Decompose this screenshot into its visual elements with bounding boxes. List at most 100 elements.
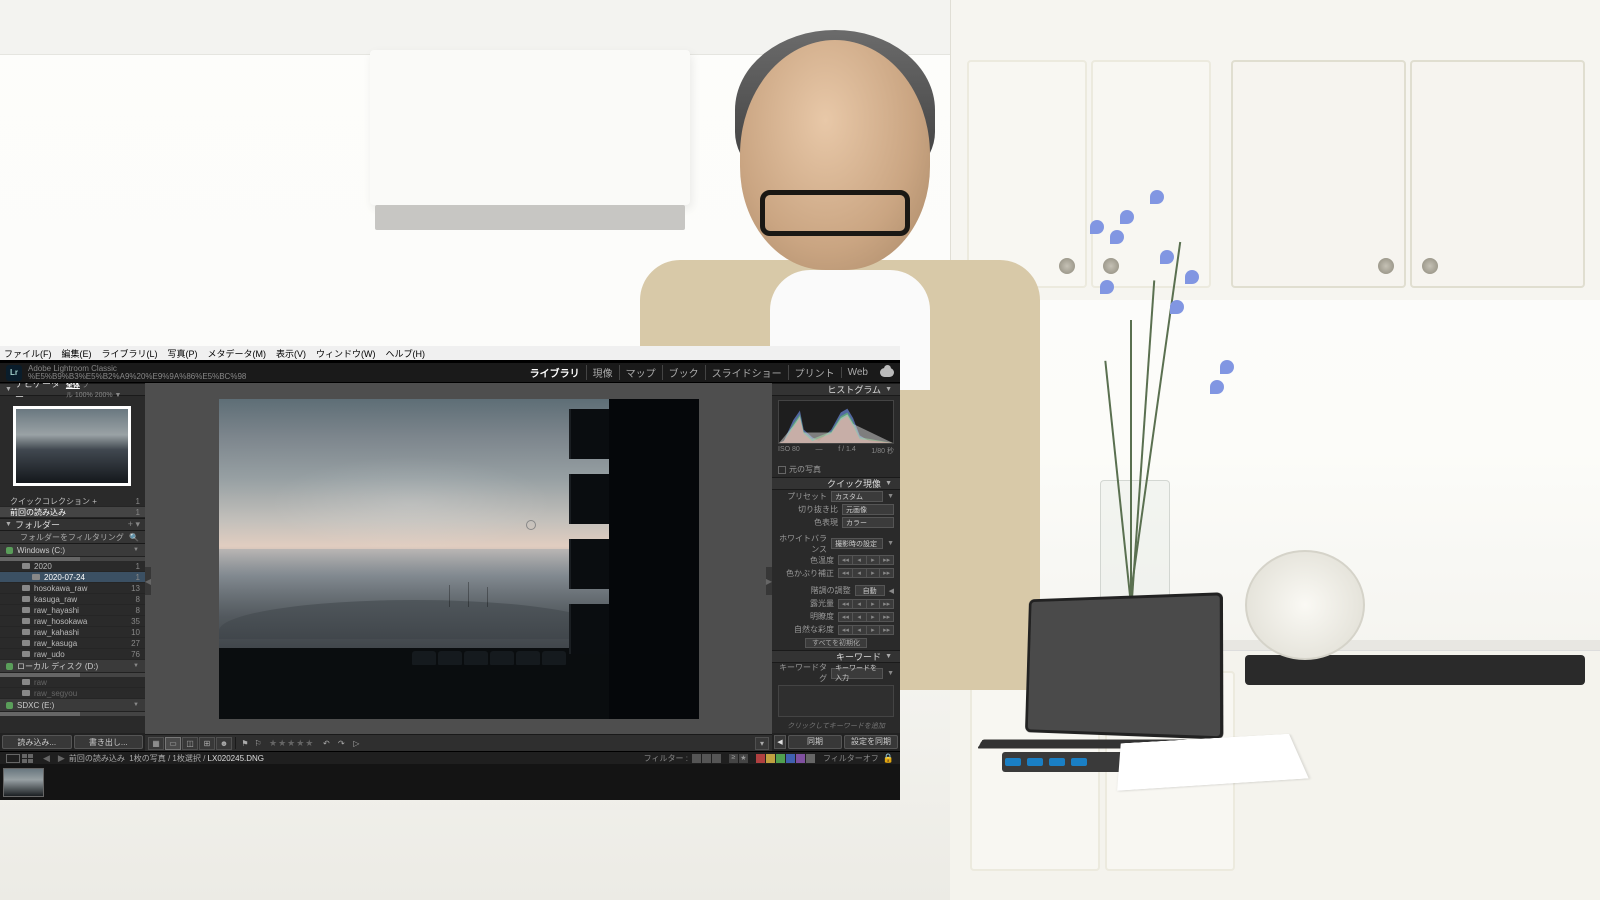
menu-library[interactable]: ライブラリ(L): [102, 347, 158, 360]
filter-folders-input[interactable]: フォルダーをフィルタリング 🔍: [0, 531, 145, 544]
flag-reject-icon[interactable]: ⚐: [252, 737, 264, 750]
toolbar-menu-icon[interactable]: ▾: [755, 737, 769, 750]
menu-file[interactable]: ファイル(F): [4, 347, 52, 360]
filter-lock-icon[interactable]: 🔒: [883, 753, 894, 764]
bottom-toolbar: ▦ ▭ ◫ ⊞ ☻ ⚑ ⚐ ★★★★★ ↶ ↷ ▷ ▾: [145, 734, 772, 751]
module-web[interactable]: Web: [841, 367, 874, 378]
primary-display-icon[interactable]: [6, 754, 20, 763]
folder-icon: [22, 679, 30, 685]
left-panel-toggle[interactable]: ◀: [145, 567, 151, 595]
vibrance-adjuster[interactable]: ◂◂◂▸▸▸: [838, 625, 894, 635]
module-print[interactable]: プリント: [788, 365, 841, 380]
chevron-left-icon[interactable]: ◀: [889, 587, 894, 595]
navigator-header[interactable]: ▼ ナビゲーター 全体 フル 100% 200% ▼: [0, 383, 145, 396]
compare-view-button[interactable]: ◫: [182, 737, 198, 750]
tint-adjuster[interactable]: ◂◂◂▸▸▸: [838, 568, 894, 578]
keywords-header[interactable]: キーワード ▼: [772, 650, 900, 663]
keyword-tags-select[interactable]: キーワードを入力: [831, 668, 883, 679]
import-button[interactable]: 読み込み...: [2, 735, 72, 749]
left-panel-buttons: 読み込み... 書き出し...: [0, 733, 145, 751]
export-button[interactable]: 書き出し...: [74, 735, 144, 749]
exposure-adjuster[interactable]: ◂◂◂▸▸▸: [838, 599, 894, 609]
vibrance-label: 自然な彩度: [778, 624, 838, 635]
menu-help[interactable]: ヘルプ(H): [386, 347, 426, 360]
folder-row[interactable]: 2020-07-241: [0, 572, 145, 583]
nav-back-icon[interactable]: ◀: [43, 753, 50, 764]
volume-row[interactable]: SDXC (E:)▼: [0, 699, 145, 712]
rotate-left-icon[interactable]: ↶: [319, 737, 333, 750]
auto-tone-button[interactable]: 自動: [855, 585, 885, 596]
nav-forward-icon[interactable]: ▶: [58, 753, 65, 764]
filmstrip[interactable]: [0, 764, 900, 800]
menu-metadata[interactable]: メタデータ(M): [208, 347, 267, 360]
folder-row[interactable]: raw_kahashi10: [0, 627, 145, 638]
histogram-header[interactable]: ヒストグラム ▼: [772, 383, 900, 396]
menu-edit[interactable]: 編集(E): [62, 347, 92, 360]
preset-select[interactable]: カスタム: [831, 491, 883, 502]
folder-row[interactable]: raw_segyou: [0, 688, 145, 699]
catalog-previous-import[interactable]: 前回の読み込み 1: [0, 507, 145, 518]
cloud-sync-icon[interactable]: [880, 368, 894, 377]
sync-settings-button[interactable]: 設定を同期: [844, 735, 898, 749]
quick-develop-header[interactable]: クイック現像 ▼: [772, 477, 900, 490]
catalog-quick-collection[interactable]: クイックコレクション + 1: [0, 496, 145, 507]
folder-row[interactable]: kasuga_raw8: [0, 594, 145, 605]
checkbox-icon: [778, 466, 786, 474]
crop-ratio-select[interactable]: 元画像: [842, 504, 894, 515]
module-develop[interactable]: 現像: [586, 365, 619, 380]
filmstrip-thumbnail[interactable]: [3, 768, 44, 797]
folder-row[interactable]: 20201: [0, 561, 145, 572]
source-path[interactable]: 前回の読み込み 1枚の写真 / 1枚選択 /: [69, 753, 208, 764]
module-slideshow[interactable]: スライドショー: [705, 365, 788, 380]
navigator-preview[interactable]: [0, 396, 145, 496]
module-library[interactable]: ライブラリ: [524, 365, 586, 380]
sync-prev-button[interactable]: ◀: [774, 735, 786, 749]
filter-stars[interactable]: ≥★: [729, 754, 748, 763]
module-map[interactable]: マップ: [619, 365, 662, 380]
clarity-adjuster[interactable]: ◂◂◂▸▸▸: [838, 612, 894, 622]
keyword-textarea[interactable]: [778, 685, 894, 717]
menu-window[interactable]: ウィンドウ(W): [316, 347, 376, 360]
temperature-adjuster[interactable]: ◂◂◂▸▸▸: [838, 555, 894, 565]
chevron-down-icon[interactable]: ▼: [887, 670, 894, 677]
folder-row[interactable]: raw_kasuga27: [0, 638, 145, 649]
volume-row[interactable]: Windows (C:)▼: [0, 544, 145, 557]
treatment-select[interactable]: カラー: [842, 517, 894, 528]
folder-row[interactable]: raw: [0, 677, 145, 688]
slideshow-play-icon[interactable]: ▷: [349, 737, 363, 750]
rotate-right-icon[interactable]: ↷: [334, 737, 348, 750]
survey-view-button[interactable]: ⊞: [199, 737, 215, 750]
reset-all-button[interactable]: すべてを初期化: [805, 638, 867, 648]
filter-colors[interactable]: [756, 754, 815, 763]
folders-header[interactable]: ▼ フォルダー + ▾: [0, 518, 145, 531]
secondary-display-icon[interactable]: [22, 754, 33, 763]
temperature-label: 色温度: [778, 555, 838, 566]
filter-off-label[interactable]: フィルターオフ: [823, 753, 879, 764]
menu-photo[interactable]: 写真(P): [168, 347, 198, 360]
preset-label: プリセット: [778, 491, 831, 502]
flag-pick-icon[interactable]: ⚑: [239, 737, 251, 750]
folder-row[interactable]: raw_hayashi8: [0, 605, 145, 616]
add-folder-icon[interactable]: + ▾: [128, 519, 140, 530]
chevron-down-icon: ▼: [5, 386, 12, 393]
module-book[interactable]: ブック: [662, 365, 705, 380]
grid-view-button[interactable]: ▦: [148, 737, 164, 750]
menu-view[interactable]: 表示(V): [276, 347, 306, 360]
histogram-display[interactable]: [778, 400, 894, 444]
chevron-down-icon[interactable]: ▼: [887, 540, 894, 547]
people-view-button[interactable]: ☻: [216, 737, 232, 750]
rating-stars[interactable]: ★★★★★: [269, 738, 314, 749]
right-panel-toggle[interactable]: ▶: [766, 567, 772, 595]
loupe-view-button[interactable]: ▭: [165, 737, 181, 750]
folder-row[interactable]: raw_hosokawa35: [0, 616, 145, 627]
sync-button[interactable]: 同期: [788, 735, 842, 749]
filter-flags[interactable]: [692, 754, 721, 763]
folder-row[interactable]: raw_udo76: [0, 649, 145, 660]
chevron-down-icon[interactable]: ▼: [887, 493, 894, 500]
white-balance-select[interactable]: 撮影時の設定: [831, 538, 883, 549]
app-menubar[interactable]: ファイル(F) 編集(E) ライブラリ(L) 写真(P) メタデータ(M) 表示…: [0, 346, 900, 360]
original-photo-checkbox[interactable]: 元の写真: [772, 462, 900, 477]
folder-row[interactable]: hosokawa_raw13: [0, 583, 145, 594]
loupe-view[interactable]: [145, 383, 772, 734]
volume-row[interactable]: ローカル ディスク (D:)▼: [0, 660, 145, 673]
